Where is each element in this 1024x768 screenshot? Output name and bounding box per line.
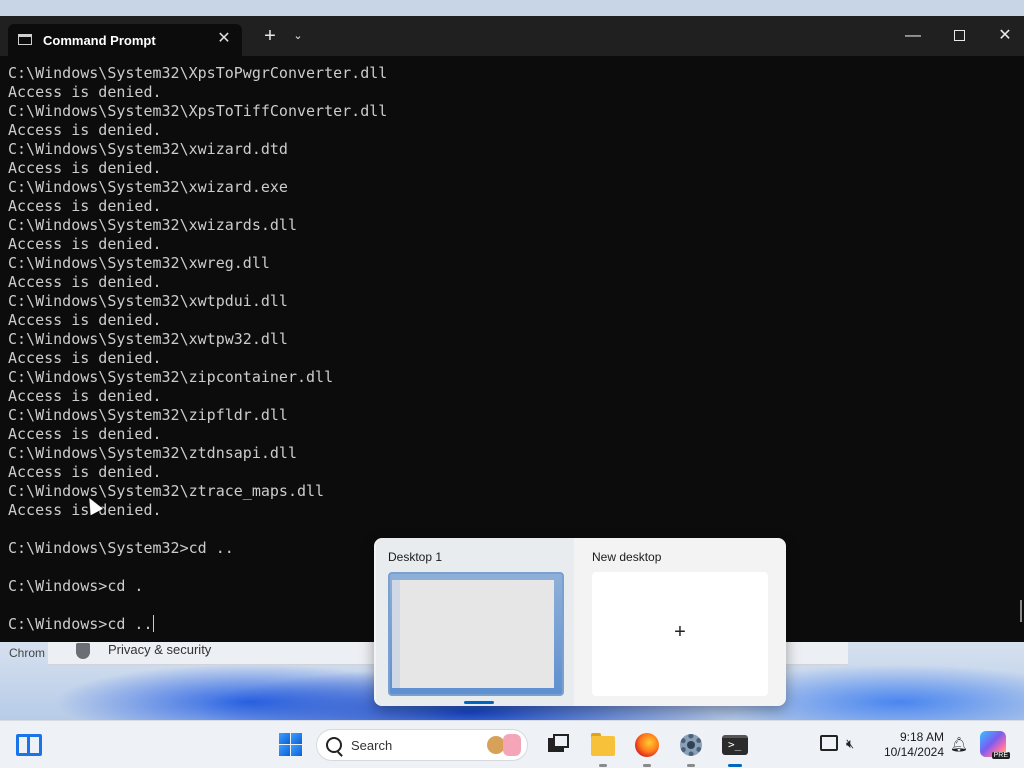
terminal-prompt-glyph: >_ — [728, 738, 742, 751]
windows-logo-part — [291, 733, 302, 744]
desktop-1-card[interactable]: Desktop 1 — [376, 538, 574, 706]
close-tab-icon[interactable]: ✕ — [214, 29, 234, 49]
text-cursor — [152, 615, 154, 632]
settings-button[interactable] — [676, 730, 706, 767]
running-indicator — [643, 764, 651, 767]
taskbar: Search >_ 🔇︎ 9:18 AM 10/14/2024 🔔︎ PRE — [0, 720, 1024, 768]
running-indicator — [599, 764, 607, 767]
console-line: Access is denied. — [8, 387, 162, 405]
console-line: C:\Windows\System32\ztdnsapi.dll — [8, 444, 297, 462]
close-window-button[interactable]: ✕ — [982, 16, 1024, 56]
firefox-button[interactable] — [632, 730, 662, 767]
console-line: C:\Windows\System32\xwtpdui.dll — [8, 292, 288, 310]
copilot-icon[interactable]: PRE — [980, 731, 1010, 759]
console-line: Access is denied. — [8, 463, 162, 481]
clock-date: 10/14/2024 — [883, 745, 944, 759]
start-button[interactable] — [276, 729, 308, 761]
minimize-button[interactable]: — — [890, 16, 936, 56]
command-prompt-icon — [18, 34, 32, 45]
firefox-icon — [635, 733, 659, 757]
search-placeholder: Search — [351, 738, 393, 753]
task-view-icon-front — [553, 734, 569, 748]
console-line: C:\Windows\System32\XpsToPwgrConverter.d… — [8, 64, 388, 82]
console-line: Access is denied. — [8, 235, 162, 253]
console-line: Access is denied. — [8, 311, 162, 329]
task-view-popup: Desktop 1 New desktop + — [374, 538, 786, 706]
copilot-badge: PRE — [991, 752, 1010, 759]
background-chrome-label: Chrom — [9, 646, 46, 660]
console-line: C:\Windows\System32\zipfldr.dll — [8, 406, 288, 424]
active-desktop-indicator — [464, 701, 494, 704]
tab-command-prompt[interactable]: Command Prompt ✕ — [8, 24, 242, 56]
title-bar[interactable]: Command Prompt ✕ + ⌄ — ✕ — [0, 16, 1024, 56]
console-line: C:\Windows\System32\ztrace_maps.dll — [8, 482, 325, 500]
console-line: Access is denied. — [8, 349, 162, 367]
cupcake-icon — [503, 734, 521, 756]
new-tab-button[interactable]: + — [258, 16, 282, 56]
clock[interactable]: 9:18 AM 10/14/2024 — [872, 730, 944, 760]
terminal-button[interactable]: >_ — [720, 730, 750, 767]
maximize-button[interactable] — [936, 16, 982, 56]
console-line: Access is denied. — [8, 121, 162, 139]
clock-time: 9:18 AM — [899, 730, 944, 744]
search-icon — [326, 737, 342, 753]
folder-icon — [591, 736, 615, 756]
active-indicator — [728, 764, 742, 767]
volume-muted-icon[interactable]: 🔇︎ — [846, 736, 864, 752]
search-highlight-icon — [487, 734, 523, 756]
settings-item-privacy[interactable]: Privacy & security — [108, 642, 211, 657]
console-line: C:\Windows\System32\xwtpw32.dll — [8, 330, 288, 348]
running-indicator — [687, 764, 695, 767]
console-line: C:\Windows\System32\XpsToTiffConverter.d… — [8, 102, 388, 120]
console-line: C:\Windows\System32\zipcontainer.dll — [8, 368, 334, 386]
desktop-1-thumbnail[interactable] — [388, 572, 564, 696]
tab-title: Command Prompt — [43, 33, 156, 48]
notification-bell-icon[interactable]: 🔔︎ — [950, 736, 968, 752]
console-line: C:\Windows\System32\xwizards.dll — [8, 216, 297, 234]
windows-logo-part — [291, 745, 302, 756]
new-desktop-label: New desktop — [592, 550, 662, 564]
console-line: C:\Windows\System32\xwizard.exe — [8, 178, 288, 196]
task-view-button[interactable] — [544, 730, 574, 760]
file-explorer-button[interactable] — [588, 730, 618, 767]
maximize-icon — [953, 30, 965, 42]
new-desktop-button[interactable]: + — [592, 572, 768, 696]
gear-hub — [687, 741, 695, 749]
taskbar-search[interactable]: Search — [316, 729, 528, 761]
shield-icon — [76, 643, 90, 659]
console-line: C:\Windows\System32\xwreg.dll — [8, 254, 270, 272]
windows-logo-part — [279, 745, 290, 756]
thumbnail-window — [400, 580, 554, 688]
new-desktop-card[interactable]: New desktop + — [580, 538, 778, 706]
console-line: Access is denied. — [8, 273, 162, 291]
desktop-1-label: Desktop 1 — [388, 550, 443, 564]
plus-icon: + — [674, 621, 686, 643]
console-line: C:\Windows\System32\xwizard.dtd — [8, 140, 288, 158]
console-line: Access is denied. — [8, 425, 162, 443]
scrollbar-thumb[interactable] — [1020, 600, 1022, 622]
console-line: Access is denied. — [8, 197, 162, 215]
console-line: Access is denied. — [8, 159, 162, 177]
console-line: Access is denied. — [8, 83, 162, 101]
console-line: Access is denied. — [8, 501, 162, 519]
windows-logo-icon — [279, 733, 290, 744]
widgets-icon[interactable] — [16, 734, 42, 756]
network-icon[interactable] — [820, 735, 838, 751]
thumbnail-sidebar — [392, 580, 400, 688]
chevron-down-icon[interactable]: ⌄ — [288, 16, 308, 56]
